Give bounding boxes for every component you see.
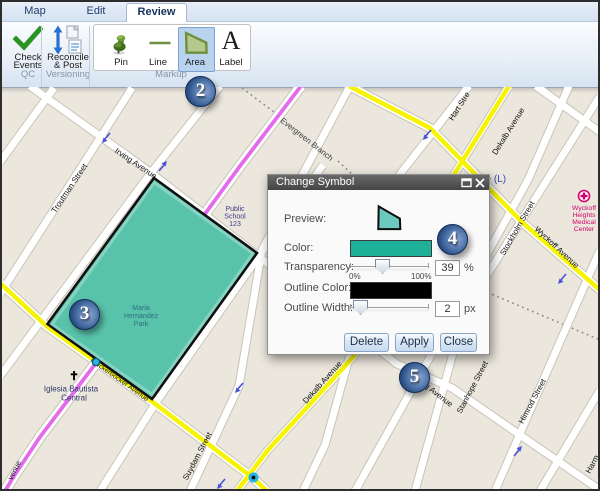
svg-text:✝: ✝	[69, 369, 79, 383]
svg-text:Iglesia Bautista: Iglesia Bautista	[44, 385, 99, 394]
svg-text:Public: Public	[225, 206, 245, 213]
svg-text:School: School	[224, 214, 246, 221]
svg-text:Maria: Maria	[132, 305, 150, 312]
svg-text:Heights: Heights	[572, 212, 596, 219]
svg-text:Central: Central	[61, 394, 87, 403]
svg-text:Hernandez: Hernandez	[124, 313, 159, 320]
svg-text:123: 123	[229, 221, 241, 228]
svg-text:Park: Park	[134, 321, 149, 328]
svg-text:Wyckoff: Wyckoff	[572, 205, 596, 212]
svg-text:Medical: Medical	[572, 219, 596, 226]
svg-text:Center: Center	[574, 226, 595, 233]
